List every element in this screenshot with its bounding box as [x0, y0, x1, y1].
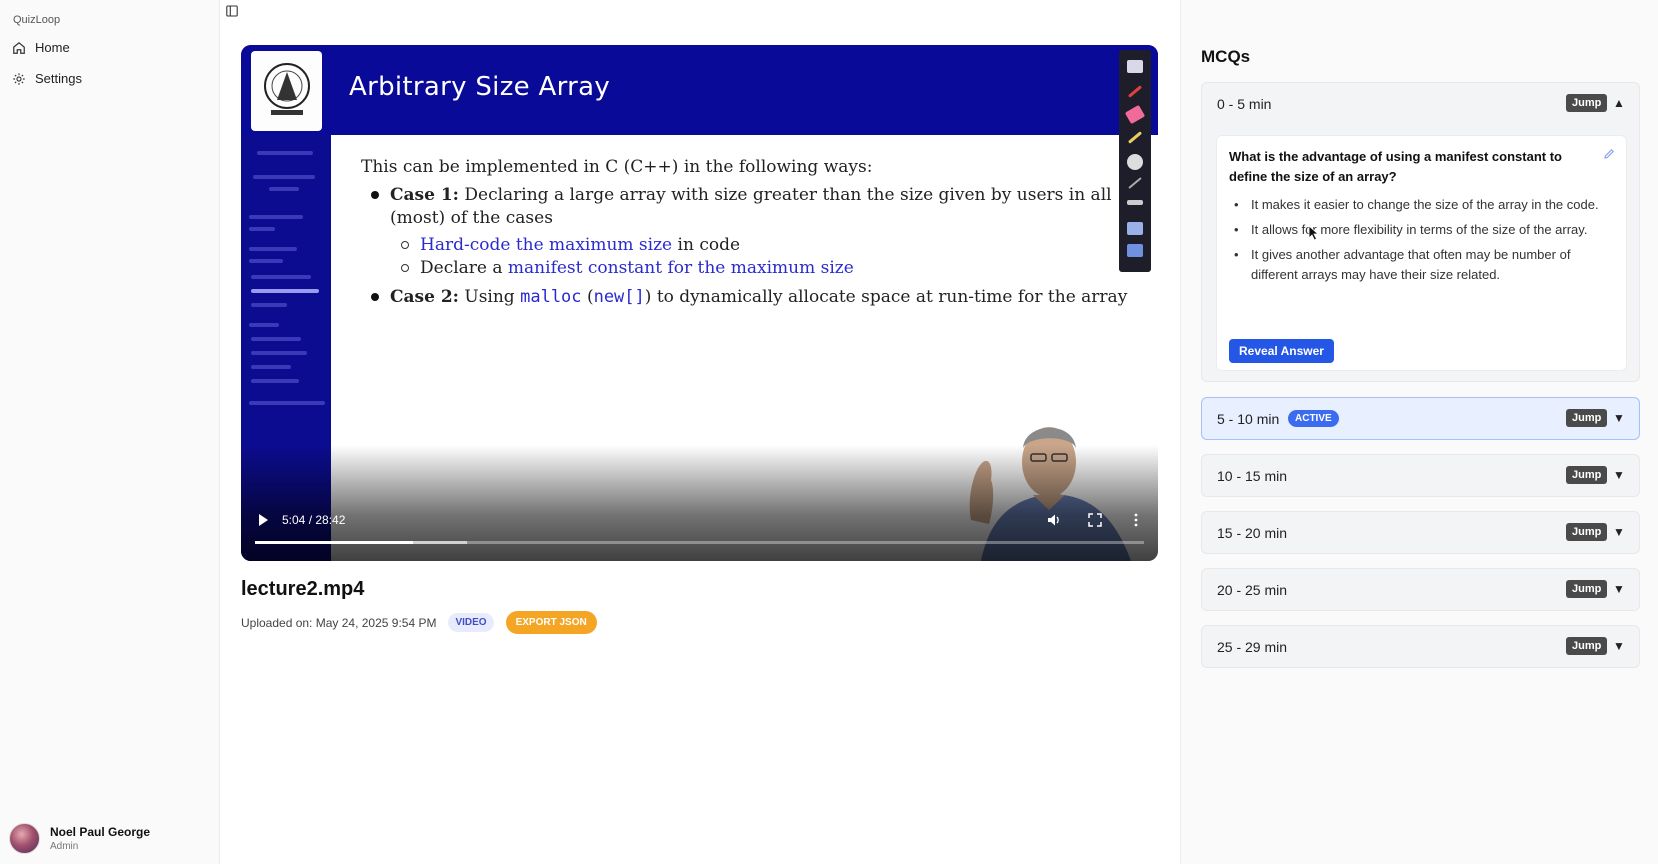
- file-title: lecture2.mp4: [241, 578, 365, 600]
- answer-options: It makes it easier to change the size of…: [1231, 195, 1611, 290]
- screen-tool-icon: [1127, 222, 1143, 235]
- pointer-tool-icon: [1127, 154, 1143, 170]
- file-meta: Uploaded on: May 24, 2025 9:54 PM VIDEO …: [241, 611, 597, 634]
- time-display: 5:04 / 28:42: [282, 513, 346, 527]
- mcq-segment[interactable]: 25 - 29 min Jump ▼: [1201, 625, 1640, 668]
- sidebar-item-settings[interactable]: Settings: [12, 71, 82, 86]
- board-tool-icon: [1127, 60, 1143, 73]
- sidebar: QuizLoop Home Settings Noel Paul George …: [0, 0, 220, 864]
- jump-button[interactable]: Jump: [1566, 580, 1608, 598]
- more-options-icon[interactable]: [1128, 512, 1144, 528]
- answer-option: It gives another advantage that often ma…: [1231, 245, 1611, 285]
- annotation-toolbar: [1119, 50, 1151, 272]
- segment-header[interactable]: 15 - 20 min Jump ▼: [1202, 512, 1639, 554]
- fullscreen-icon[interactable]: [1087, 512, 1103, 528]
- chevron-up-icon[interactable]: ▲: [1613, 96, 1625, 110]
- segment-header[interactable]: 10 - 15 min Jump ▼: [1202, 455, 1639, 497]
- sidebar-item-label: Settings: [35, 71, 82, 86]
- video-player[interactable]: Arbitrary Size Array This can be impleme…: [241, 45, 1158, 561]
- mcq-segment[interactable]: 20 - 25 min Jump ▼: [1201, 568, 1640, 611]
- rect-tool-icon: [1127, 200, 1143, 205]
- segment-header[interactable]: 25 - 29 min Jump ▼: [1202, 626, 1639, 668]
- mcq-segment-active[interactable]: 5 - 10 min ACTIVE Jump ▼: [1201, 397, 1640, 440]
- sidebar-toggle-icon[interactable]: [226, 5, 238, 17]
- play-icon[interactable]: [256, 513, 270, 527]
- chevron-down-icon[interactable]: ▼: [1613, 639, 1625, 653]
- answer-option: It allows for more flexibility in terms …: [1231, 220, 1611, 240]
- slide-case1: Case 1: Declaring a large array with siz…: [390, 185, 1112, 205]
- jump-button[interactable]: Jump: [1566, 637, 1608, 655]
- slide-title: Arbitrary Size Array: [349, 72, 611, 102]
- progress-fill: [255, 541, 414, 544]
- avatar: [9, 823, 40, 854]
- jump-button[interactable]: Jump: [1566, 409, 1608, 427]
- mcq-panel: MCQs 0 - 5 min Jump ▲ What is the advant…: [1180, 0, 1658, 864]
- segment-header[interactable]: 5 - 10 min ACTIVE Jump ▼: [1202, 398, 1639, 440]
- slide-case1-cont: (most) of the cases: [390, 208, 553, 228]
- sidebar-item-home[interactable]: Home: [12, 40, 70, 55]
- mcq-segment[interactable]: 15 - 20 min Jump ▼: [1201, 511, 1640, 554]
- jump-button[interactable]: Jump: [1566, 94, 1608, 112]
- chevron-down-icon[interactable]: ▼: [1613, 582, 1625, 596]
- slide-sub1: Hard-code the maximum size in code: [420, 235, 741, 255]
- mcq-segment: 0 - 5 min Jump ▲ What is the advantage o…: [1201, 82, 1640, 382]
- slide-sub2: Declare a manifest constant for the maxi…: [420, 258, 854, 278]
- line-tool-icon: [1128, 177, 1142, 189]
- type-badge: VIDEO: [448, 613, 494, 632]
- active-badge: ACTIVE: [1288, 410, 1339, 427]
- eraser-tool-icon: [1124, 104, 1146, 125]
- user-profile[interactable]: Noel Paul George Admin: [9, 823, 150, 854]
- volume-icon[interactable]: [1046, 512, 1062, 528]
- slide-header: Arbitrary Size Array: [241, 45, 1158, 135]
- segment-label: 15 - 20 min: [1217, 525, 1288, 541]
- sidebar-item-label: Home: [35, 40, 70, 55]
- mcq-segment[interactable]: 10 - 15 min Jump ▼: [1201, 454, 1640, 497]
- segment-label: 5 - 10 min: [1217, 411, 1280, 427]
- chevron-down-icon[interactable]: ▼: [1613, 525, 1625, 539]
- reveal-answer-button[interactable]: Reveal Answer: [1229, 339, 1334, 363]
- segment-label: 10 - 15 min: [1217, 468, 1288, 484]
- chevron-down-icon[interactable]: ▼: [1613, 411, 1625, 425]
- gear-icon: [13, 72, 25, 85]
- slide-case2: Case 2: Using malloc (new[]) to dynamica…: [390, 287, 1128, 307]
- chevron-down-icon[interactable]: ▼: [1613, 468, 1625, 482]
- segment-header[interactable]: 0 - 5 min Jump ▲: [1202, 83, 1639, 125]
- export-json-button[interactable]: EXPORT JSON: [505, 611, 597, 634]
- question-card: What is the advantage of using a manifes…: [1216, 135, 1627, 371]
- user-name: Noel Paul George: [50, 825, 151, 839]
- slide-intro: This can be implemented in C (C++) in th…: [361, 157, 873, 177]
- edit-icon[interactable]: [1603, 148, 1615, 160]
- app-name: QuizLoop: [13, 14, 61, 26]
- answer-option: It makes it easier to change the size of…: [1231, 195, 1611, 215]
- capture-tool-icon: [1127, 244, 1143, 257]
- home-icon: [13, 41, 25, 54]
- segment-label: 25 - 29 min: [1217, 639, 1288, 655]
- segment-label: 0 - 5 min: [1217, 96, 1272, 112]
- user-role: Admin: [50, 841, 79, 852]
- pen-tool-icon: [1127, 85, 1143, 98]
- jump-button[interactable]: Jump: [1566, 466, 1608, 484]
- institute-logo: [251, 51, 322, 131]
- segment-header[interactable]: 20 - 25 min Jump ▼: [1202, 569, 1639, 611]
- upload-date: Uploaded on: May 24, 2025 9:54 PM: [241, 615, 437, 630]
- video-progress-bar[interactable]: [255, 541, 1144, 544]
- mcq-heading: MCQs: [1201, 47, 1251, 66]
- highlighter-tool-icon: [1127, 131, 1143, 144]
- mouse-cursor-icon: [1308, 225, 1320, 241]
- segment-label: 20 - 25 min: [1217, 582, 1288, 598]
- jump-button[interactable]: Jump: [1566, 523, 1608, 541]
- question-text: What is the advantage of using a manifes…: [1229, 149, 1562, 184]
